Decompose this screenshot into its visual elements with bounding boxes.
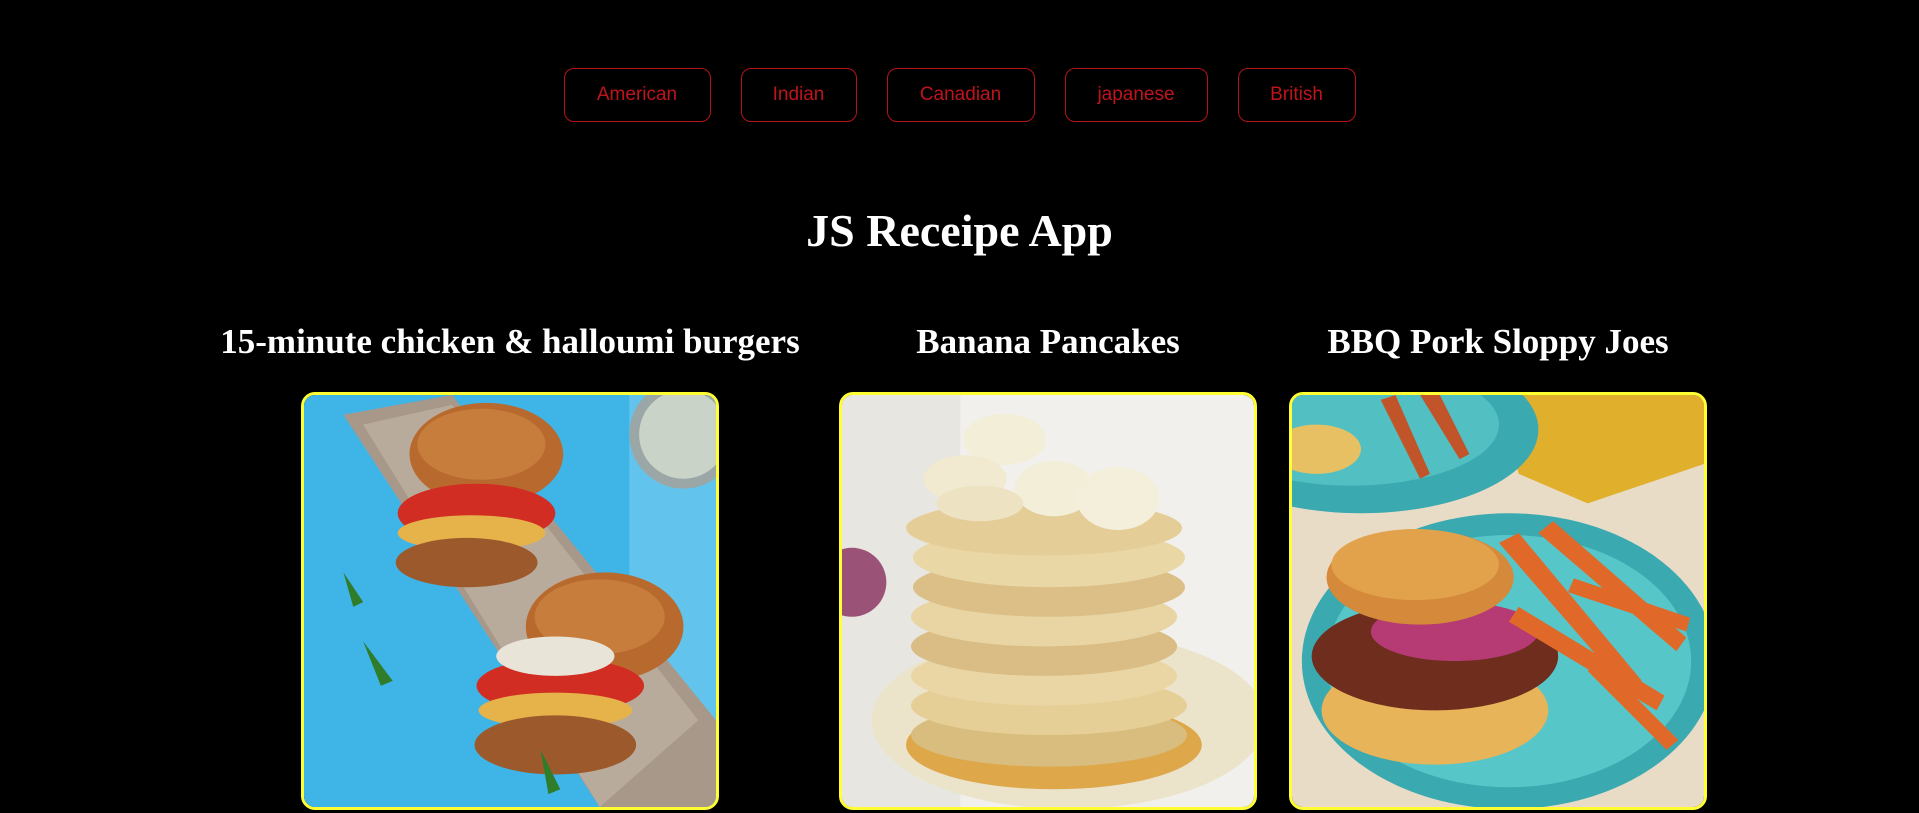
filter-button-indian[interactable]: Indian — [740, 68, 857, 122]
recipe-title: BBQ Pork Sloppy Joes — [1327, 322, 1669, 361]
recipe-card[interactable]: 15-minute chicken & halloumi burgers — [210, 318, 810, 810]
burger-photo[interactable] — [301, 392, 719, 810]
recipe-card[interactable]: BBQ Pork Sloppy Joes — [1248, 318, 1748, 810]
filter-button-american[interactable]: American — [563, 68, 711, 122]
recipe-card[interactable]: Banana Pancakes — [798, 318, 1298, 810]
pancake-photo[interactable] — [839, 392, 1257, 810]
filter-button-canadian[interactable]: Canadian — [886, 68, 1035, 122]
recipe-title: 15-minute chicken & halloumi burgers — [220, 322, 800, 361]
filter-button-british[interactable]: British — [1237, 68, 1356, 122]
recipe-title: Banana Pancakes — [916, 322, 1180, 361]
page-title: JS Receipe App — [806, 205, 1113, 256]
cuisine-filter-bar: American Indian Canadian japanese Britis… — [0, 68, 1919, 122]
filter-button-japanese[interactable]: japanese — [1064, 68, 1208, 122]
sloppy-joe-photo[interactable] — [1289, 392, 1707, 810]
